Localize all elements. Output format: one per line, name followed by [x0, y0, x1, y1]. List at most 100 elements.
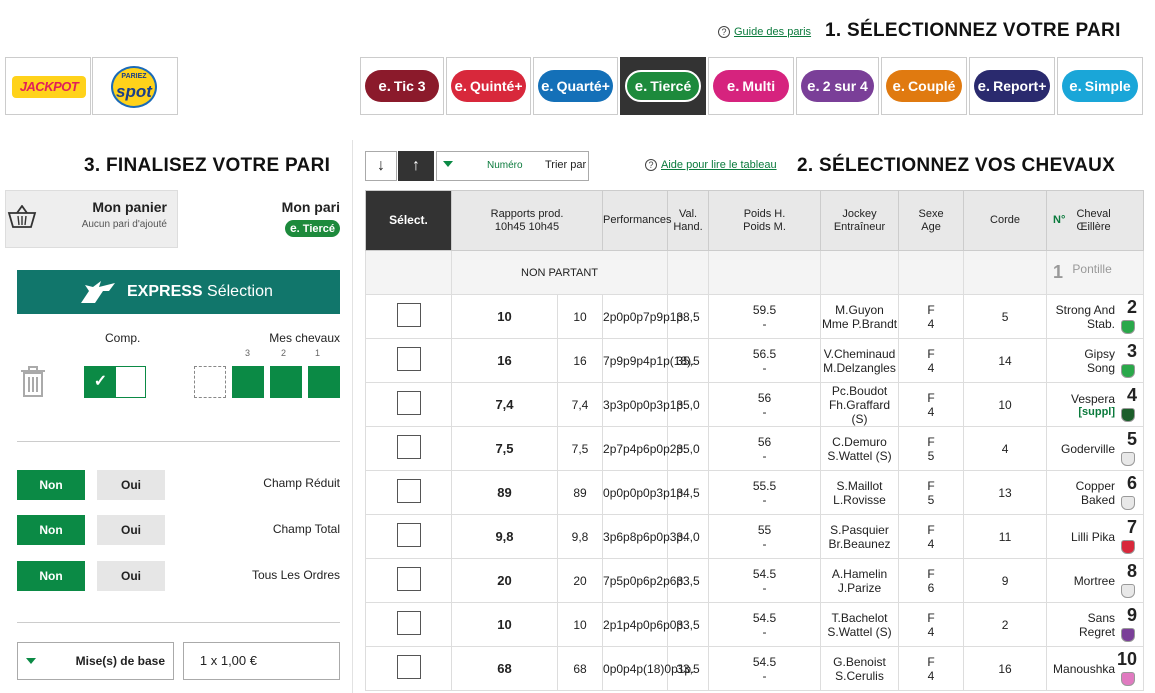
jockey-silk-icon [1121, 496, 1136, 510]
col-sexe[interactable]: Sexe Age [898, 190, 965, 251]
sexe-cell: F [927, 434, 935, 449]
select-checkbox[interactable] [396, 611, 421, 635]
table-row[interactable]: 10 10 2p0p0p7p9p1p. 38,5 59.5- M.Guyon Mme P.B… [365, 294, 1145, 339]
col-rapports: Rapports prod. 10h45 10h45 [450, 190, 604, 251]
express-bold: EXPRESS [127, 283, 203, 300]
bet-tab-2-sur-4[interactable]: e. 2 sur 4 [796, 57, 879, 115]
bet-pill: e. Couplé [886, 70, 962, 102]
jockey-name: S.Maillot [836, 478, 883, 493]
jackpot-brand-box[interactable]: JACKPOT [5, 57, 91, 115]
poids-m: - [762, 536, 767, 551]
table-row[interactable]: 16 16 7p9p9p4p1p(18). 35,5 56.5- V.Cheminaud M… [365, 338, 1145, 383]
bet-tab-tierc-[interactable]: e. Tiercé [620, 57, 706, 115]
tous-ordres-non-button[interactable]: Non [17, 561, 85, 591]
mon-panier-box[interactable]: Mon panier Aucun pari d'ajouté [5, 190, 178, 248]
col-poids[interactable]: Poids H. Poids M. [708, 190, 822, 251]
poids-m: - [762, 624, 767, 639]
performances-cell: 7p5p0p6p2p6p. [602, 558, 686, 603]
sort-value: Numéro [487, 160, 523, 171]
sort-select[interactable]: Numéro Trier par [436, 151, 589, 181]
bet-tab-quart-[interactable]: e. Quarté+ [533, 57, 618, 115]
bet-tab-label: Couplé [908, 78, 956, 94]
rapport-10h45-b: 16 [451, 338, 558, 383]
tous-ordres-oui-button[interactable]: Oui [97, 561, 165, 591]
champ-total-oui-button[interactable]: Oui [97, 515, 165, 545]
select-checkbox[interactable] [396, 347, 421, 371]
table-row[interactable]: 20 20 7p5p0p6p2p6p. 33,5 54.5- A.Hamelin J.Par… [365, 558, 1145, 603]
col-num-label: N° [1053, 214, 1066, 226]
horse-number: 6 [1127, 473, 1138, 493]
bet-tab-tic-3[interactable]: e. Tic 3 [360, 57, 444, 115]
rapport-10h45-a: 10 [556, 602, 604, 647]
horse-slot-extra[interactable] [194, 366, 226, 398]
check-icon: ✓ [85, 367, 116, 397]
col-corde[interactable]: Corde [963, 190, 1048, 251]
spot-text: spot [116, 82, 152, 101]
table-row[interactable]: 10 10 2p1p4p0p6p0p. 33,5 54.5- T.Bachelot S.Wa… [365, 602, 1145, 647]
select-checkbox[interactable] [396, 391, 421, 415]
champ-total-non-button[interactable]: Non [17, 515, 85, 545]
table-row[interactable]: 89 89 0p0p0p0p3p1p. 34,5 55.5- S.Maillot L.Rov… [365, 470, 1145, 515]
poids-h: 54.5 [752, 566, 777, 581]
bet-tab-label: 2 sur 4 [822, 78, 868, 94]
poids-m: - [762, 580, 767, 595]
col-performances[interactable]: Performances [602, 190, 672, 251]
bet-tab-quint-[interactable]: e. Quinté+ [446, 57, 531, 115]
poids-m: - [762, 668, 767, 683]
trainer-name: Mme P.Brandt [821, 316, 898, 331]
horse-slot-2[interactable] [270, 366, 302, 398]
slot-2-label: 2 [281, 348, 287, 358]
non-partant-label: NON PARTANT [450, 250, 669, 295]
corde-cell: 11 [963, 514, 1048, 559]
mise-select[interactable]: Mise(s) de base [17, 642, 174, 680]
table-row[interactable]: 7,4 7,4 3p3p0p0p3p1p. 35,0 56- Pc.Boudot Fh.Gr… [365, 382, 1145, 427]
select-checkbox[interactable] [396, 523, 421, 547]
guide-paris-link[interactable]: ? Guide des paris [718, 26, 811, 39]
horse-number: 10 [1117, 649, 1138, 669]
age-cell: 5 [927, 448, 935, 463]
rapport-10h45-a: 7,5 [556, 426, 604, 471]
bet-pill: e. Tic 3 [365, 70, 439, 102]
col-horse[interactable]: N° Cheval Œillère [1046, 190, 1145, 251]
select-checkbox[interactable] [396, 567, 421, 591]
poids-h: 59.5 [752, 302, 777, 317]
trash-icon[interactable] [20, 366, 46, 398]
bet-tab-coupl-[interactable]: e. Couplé [881, 57, 967, 115]
table-row[interactable]: 68 68 0p0p4p(18)0p1p. 33,5 54.5- G.Benoist S.C… [365, 646, 1145, 691]
jockey-silk-icon [1121, 584, 1136, 598]
col-jockey[interactable]: Jockey Entraîneur [820, 190, 900, 251]
rapport-10h45-a: 10 [556, 294, 604, 339]
corde-cell: 4 [963, 426, 1048, 471]
slot-3-label: 3 [245, 348, 251, 358]
bet-tab-simple[interactable]: e. Simple [1057, 57, 1143, 115]
rapport-10h45-b: 89 [451, 470, 558, 515]
mise-value-input[interactable]: 1 x 1,00 € [183, 642, 340, 680]
horse-slot-3[interactable] [232, 366, 264, 398]
spot-brand-box[interactable]: PARIEZ spot [92, 57, 178, 115]
champ-reduit-oui-button[interactable]: Oui [97, 470, 165, 500]
selection-express-button[interactable]: EXPRESS Sélection [17, 270, 340, 314]
age-cell: 4 [927, 360, 935, 375]
e-logo-icon: e [289, 221, 297, 235]
select-checkbox[interactable] [396, 435, 421, 459]
section3-title: 3. FINALISEZ VOTRE PARI [84, 155, 331, 176]
sort-asc-button[interactable]: ↑ [398, 151, 434, 181]
champ-reduit-non-button[interactable]: Non [17, 470, 85, 500]
performances-cell: 2p1p4p0p6p0p. [602, 602, 686, 647]
table-row[interactable]: 7,5 7,5 2p7p4p6p0p2p. 35,0 56- C.Demuro S.Watt… [365, 426, 1145, 471]
aide-tableau-link[interactable]: ? Aide pour lire le tableau [645, 159, 777, 172]
select-checkbox[interactable] [396, 655, 421, 679]
bet-tab-report-[interactable]: e. Report+ [969, 57, 1055, 115]
jockey-name: M.Guyon [835, 302, 884, 317]
select-checkbox[interactable] [396, 303, 421, 327]
sort-desc-button[interactable]: ↓ [365, 151, 397, 181]
col-val[interactable]: Val. Hand. [667, 190, 710, 251]
bet-tab-multi[interactable]: e. Multi [708, 57, 794, 115]
rapport-10h45-b: 10 [451, 294, 558, 339]
select-checkbox[interactable] [396, 479, 421, 503]
table-row[interactable]: 9,8 9,8 3p6p8p6p0p3p. 34,0 55- S.Pasquier Br.B… [365, 514, 1145, 559]
comp-toggle[interactable]: ✓ [84, 366, 146, 398]
rapport-10h45-a: 20 [556, 558, 604, 603]
bet-tab-label: Quinté+ [470, 78, 523, 94]
horse-slot-1[interactable] [308, 366, 340, 398]
